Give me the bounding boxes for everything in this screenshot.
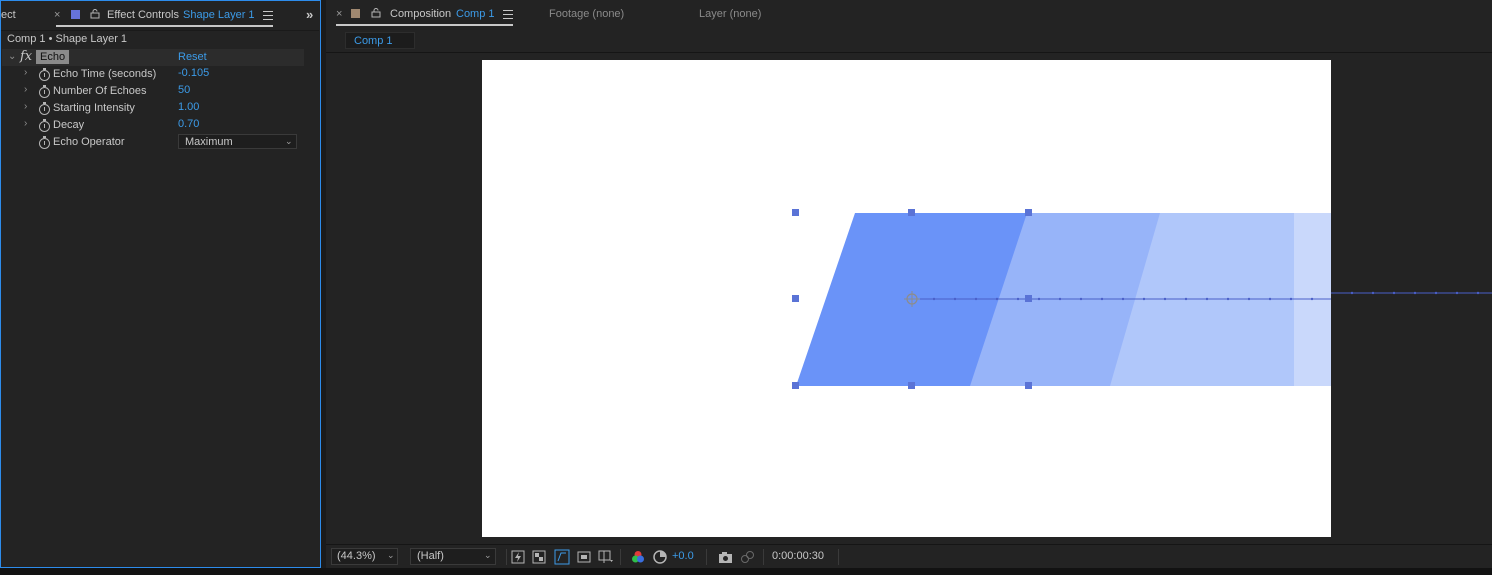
echo-operator-dropdown[interactable]: Maximum ⌄	[178, 134, 297, 149]
active-tab-underline	[336, 24, 513, 26]
layer-tab[interactable]: Layer (none)	[699, 8, 761, 20]
stopwatch-icon[interactable]	[39, 102, 50, 115]
previous-tab-partial[interactable]: ect	[1, 9, 16, 21]
composition-navigator-bar: Comp 1	[326, 30, 1492, 53]
property-label: Decay	[53, 119, 85, 131]
chevron-down-icon: ⌄	[484, 550, 492, 560]
grid-guides-icon[interactable]	[598, 550, 614, 564]
toolbar-separator	[838, 549, 839, 565]
close-tab-icon[interactable]: ×	[54, 9, 60, 21]
lock-icon[interactable]	[371, 8, 381, 18]
property-row-decay: › Decay 0.70	[2, 117, 304, 134]
dropdown-value: Maximum	[185, 136, 233, 148]
chevron-right-icon[interactable]: ›	[24, 118, 27, 129]
panel-menu-icon[interactable]	[263, 11, 273, 20]
active-tab-underline	[56, 25, 273, 27]
viewer-bottom-toolbar: (44.3%) ⌄ (Half) ⌄ +0.0 0:00:00:30	[326, 544, 1492, 569]
current-timecode[interactable]: 0:00:00:30	[772, 550, 824, 562]
comp-navigator-tab[interactable]: Comp 1	[345, 32, 415, 49]
dropdown-value: (Half)	[417, 550, 444, 562]
panel-overflow-icon[interactable]: »	[306, 7, 313, 22]
breadcrumb: Comp 1 • Shape Layer 1	[7, 33, 128, 45]
composition-tab-label[interactable]: Composition	[390, 8, 451, 20]
composition-tabbar: × Composition Comp 1 Footage (none) Laye…	[326, 0, 1492, 31]
magnification-dropdown[interactable]: (44.3%) ⌄	[331, 548, 398, 565]
property-label: Echo Operator	[53, 136, 125, 148]
reset-button[interactable]: Reset	[178, 51, 207, 63]
panel-menu-icon[interactable]	[503, 10, 513, 19]
lock-icon[interactable]	[90, 9, 100, 19]
property-row-echo-time: › Echo Time (seconds) -0.105	[2, 66, 304, 83]
resolution-dropdown[interactable]: (Half) ⌄	[410, 548, 496, 565]
motion-path-overflow	[1331, 291, 1492, 295]
composition-tab-name[interactable]: Comp 1	[456, 8, 495, 20]
fast-previews-icon[interactable]	[511, 550, 525, 564]
shape-layer-render[interactable]	[482, 60, 1331, 537]
stopwatch-icon[interactable]	[39, 136, 50, 149]
composition-panel: × Composition Comp 1 Footage (none) Laye…	[326, 0, 1492, 569]
reset-exposure-icon[interactable]	[653, 550, 667, 564]
property-value[interactable]: -0.105	[178, 67, 209, 79]
color-channels-icon[interactable]	[631, 550, 645, 564]
layer-color-swatch	[71, 10, 80, 19]
toolbar-separator	[706, 549, 707, 565]
composition-viewer[interactable]	[326, 53, 1492, 544]
chevron-down-icon: ⌄	[387, 550, 395, 560]
exposure-value[interactable]: +0.0	[672, 550, 694, 562]
stopwatch-icon[interactable]	[39, 119, 50, 132]
property-row-starting-intensity: › Starting Intensity 1.00	[2, 100, 304, 117]
toolbar-separator	[763, 549, 764, 565]
dropdown-value: (44.3%)	[337, 550, 376, 562]
chevron-down-icon[interactable]: ⌄	[8, 51, 16, 62]
effect-name[interactable]: Echo	[36, 50, 70, 64]
comp-color-swatch	[351, 9, 360, 18]
property-label: Number Of Echoes	[53, 85, 147, 97]
property-value[interactable]: 50	[178, 84, 190, 96]
property-label: Starting Intensity	[53, 102, 135, 114]
chevron-right-icon[interactable]: ›	[24, 84, 27, 95]
stopwatch-icon[interactable]	[39, 85, 50, 98]
comp-navigator-label: Comp 1	[354, 35, 393, 47]
show-snapshot-icon[interactable]	[740, 550, 755, 564]
region-of-interest-icon[interactable]	[577, 550, 591, 564]
property-value[interactable]: 0.70	[178, 118, 199, 130]
transparency-grid-icon[interactable]	[532, 550, 546, 564]
composition-canvas[interactable]	[482, 60, 1331, 537]
stopwatch-icon[interactable]	[39, 68, 50, 81]
chevron-right-icon[interactable]: ›	[24, 101, 27, 112]
property-value[interactable]: 1.00	[178, 101, 199, 113]
footage-tab[interactable]: Footage (none)	[549, 8, 624, 20]
property-label: Echo Time (seconds)	[53, 68, 157, 80]
effect-controls-tab-label[interactable]: Effect Controls	[107, 9, 179, 21]
effect-controls-layer-name[interactable]: Shape Layer 1	[183, 9, 255, 21]
fx-icon[interactable]: fx	[20, 49, 32, 64]
effect-row-echo[interactable]: ⌄ fx Echo Reset	[2, 49, 304, 66]
window-bottom-edge	[0, 568, 1492, 575]
mask-path-visibility-icon[interactable]	[554, 549, 570, 565]
chevron-down-icon: ⌄	[285, 136, 293, 146]
close-tab-icon[interactable]: ×	[336, 8, 342, 20]
toolbar-separator	[620, 549, 621, 565]
property-row-number-of-echoes: › Number Of Echoes 50	[2, 83, 304, 100]
chevron-right-icon[interactable]: ›	[24, 67, 27, 78]
effect-controls-tabbar: ect × Effect Controls Shape Layer 1 »	[1, 1, 319, 31]
toolbar-separator	[506, 549, 507, 565]
camera-snapshot-icon[interactable]	[718, 550, 733, 564]
